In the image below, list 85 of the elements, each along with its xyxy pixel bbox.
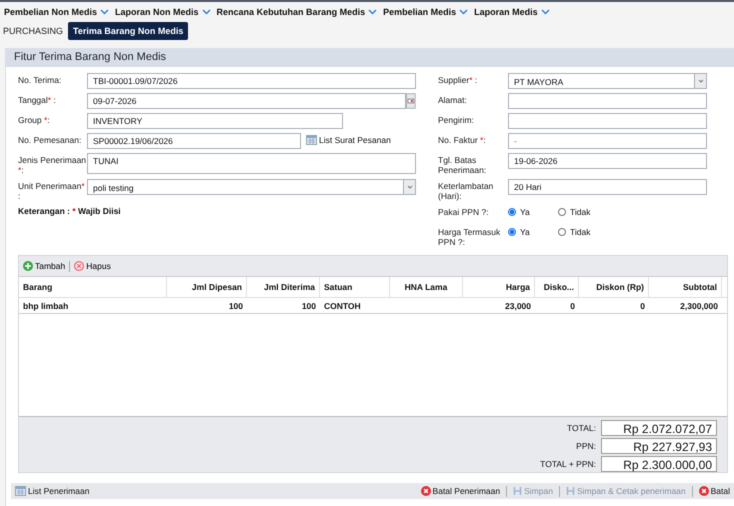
table-row[interactable]: bhp limbah 100 100 CONTOH 23,000 0 0 2,300,000: [19, 298, 727, 314]
field-label: Unit Penerimaan* :: [18, 180, 86, 201]
field-label: Keterlambatan (Hari):: [438, 180, 494, 201]
total-value: Rp 227.927,93: [601, 438, 717, 454]
total-label: PPN:: [576, 441, 596, 451]
text-field[interactable]: [508, 93, 707, 109]
field-label: No. Faktur *:: [438, 134, 487, 145]
column-header[interactable]: Jml Dipesan: [167, 276, 247, 297]
field-label: Alamat:: [438, 94, 468, 105]
column-header[interactable]: Jml Diterima: [247, 276, 320, 297]
total-label: TOTAL:: [567, 423, 596, 433]
field-label: Supplier* :: [438, 74, 478, 85]
field-label: Group *:: [18, 114, 51, 125]
menu-item[interactable]: Rencana Kebutuhan Barang Medis: [216, 5, 378, 19]
menu-item[interactable]: Pembelian Non Medis: [4, 5, 110, 19]
text-field[interactable]: -: [508, 133, 707, 149]
close-icon: [698, 486, 709, 496]
h-icon: [566, 486, 575, 496]
close-icon: [420, 486, 431, 496]
table-cell: 0: [640, 300, 645, 311]
h-icon: [513, 486, 522, 496]
field-label: Harga Termasuk PPN ?:: [438, 226, 502, 247]
field-label: No. Pemesanan:: [18, 134, 82, 145]
chevron-down-icon: [540, 9, 550, 15]
table-cell: CONTOH: [324, 300, 361, 311]
table-cell: 0: [570, 300, 575, 311]
calendar-icon[interactable]: [406, 93, 416, 109]
cancel-button[interactable]: Batal Penerimaan: [420, 486, 500, 496]
chevron-down-icon: [406, 185, 412, 189]
breadcrumb-tab[interactable]: Terima Barang Non Medis: [68, 22, 188, 40]
column-header[interactable]: Subtotal: [649, 276, 722, 297]
radio-option[interactable]: Ya: [508, 227, 532, 237]
panel-title: Fitur Terima Barang Non Medis: [6, 48, 734, 67]
list-link[interactable]: List Surat Pesanan: [306, 133, 391, 145]
breadcrumb-tab[interactable]: PURCHASING: [3, 26, 64, 36]
text-field[interactable]: [508, 113, 707, 129]
total-value: Rp 2.300.000,00: [601, 456, 717, 472]
menu-item[interactable]: Laporan Non Medis: [115, 5, 211, 19]
radio-option[interactable]: Tidak: [558, 207, 590, 217]
cancel-button[interactable]: Batal: [698, 486, 730, 496]
column-header[interactable]: Disko...: [535, 276, 579, 297]
text-field[interactable]: 20 Hari: [508, 179, 707, 195]
column-header[interactable]: Satuan: [320, 276, 390, 297]
table-cell: 2,300,000: [680, 300, 718, 311]
toolbar-button[interactable]: Hapus: [74, 261, 111, 272]
chevron-down-icon: [459, 9, 468, 15]
select-field[interactable]: poli testing: [87, 179, 416, 195]
table-cell: 100: [228, 300, 243, 311]
date-field[interactable]: 09-07-2026: [87, 93, 406, 109]
column-header[interactable]: Barang: [19, 276, 167, 297]
total-label: TOTAL + PPN:: [540, 459, 596, 469]
text-field[interactable]: 19-06-2026: [508, 153, 707, 169]
calendar-icon: [306, 135, 317, 145]
text-field[interactable]: SP00002.19/06/2026: [87, 133, 301, 149]
field-label: Tgl. Batas Penerimaan:: [438, 154, 488, 175]
table-cell: 100: [302, 300, 316, 311]
required-note: Keterangan : * Wajib Diisi: [18, 206, 122, 216]
text-field[interactable]: INVENTORY: [87, 113, 343, 129]
toolbar-button[interactable]: Tambah: [23, 261, 66, 272]
text-field[interactable]: TUNAI: [87, 153, 416, 174]
chevron-down-icon: [202, 9, 211, 15]
field-label: Jenis Penerimaan *:: [18, 154, 87, 175]
chevron-down-icon: [100, 9, 110, 15]
column-header[interactable]: Diskon (Rp): [579, 276, 649, 297]
field-label: Pengirim:: [438, 114, 475, 125]
menu-item[interactable]: Laporan Medis: [474, 5, 550, 19]
total-value: Rp 2.072.072,07: [601, 420, 717, 436]
plus-icon: [23, 261, 33, 272]
field-label: No. Terima:: [18, 74, 62, 85]
table-cell: 23,000: [505, 300, 531, 311]
text-field[interactable]: TBI-00001.09/07/2026: [87, 73, 416, 89]
field-label: Pakai PPN ?:: [438, 206, 490, 217]
chevron-down-icon: [368, 9, 378, 15]
table-cell: bhp limbah: [23, 300, 68, 311]
calendar-icon: [15, 486, 26, 496]
select-field[interactable]: PT MAYORA: [508, 73, 707, 89]
radio-option[interactable]: Tidak: [558, 227, 590, 237]
column-header[interactable]: HNA Lama: [390, 276, 463, 297]
menu-item[interactable]: Pembelian Medis: [383, 5, 468, 19]
radio-option[interactable]: Ya: [508, 207, 532, 217]
close-icon: [74, 261, 84, 272]
chevron-down-icon: [698, 79, 704, 83]
column-header[interactable]: Harga: [463, 276, 535, 297]
field-label: Tanggal* :: [18, 94, 57, 105]
list-button[interactable]: List Penerimaan: [15, 486, 90, 496]
